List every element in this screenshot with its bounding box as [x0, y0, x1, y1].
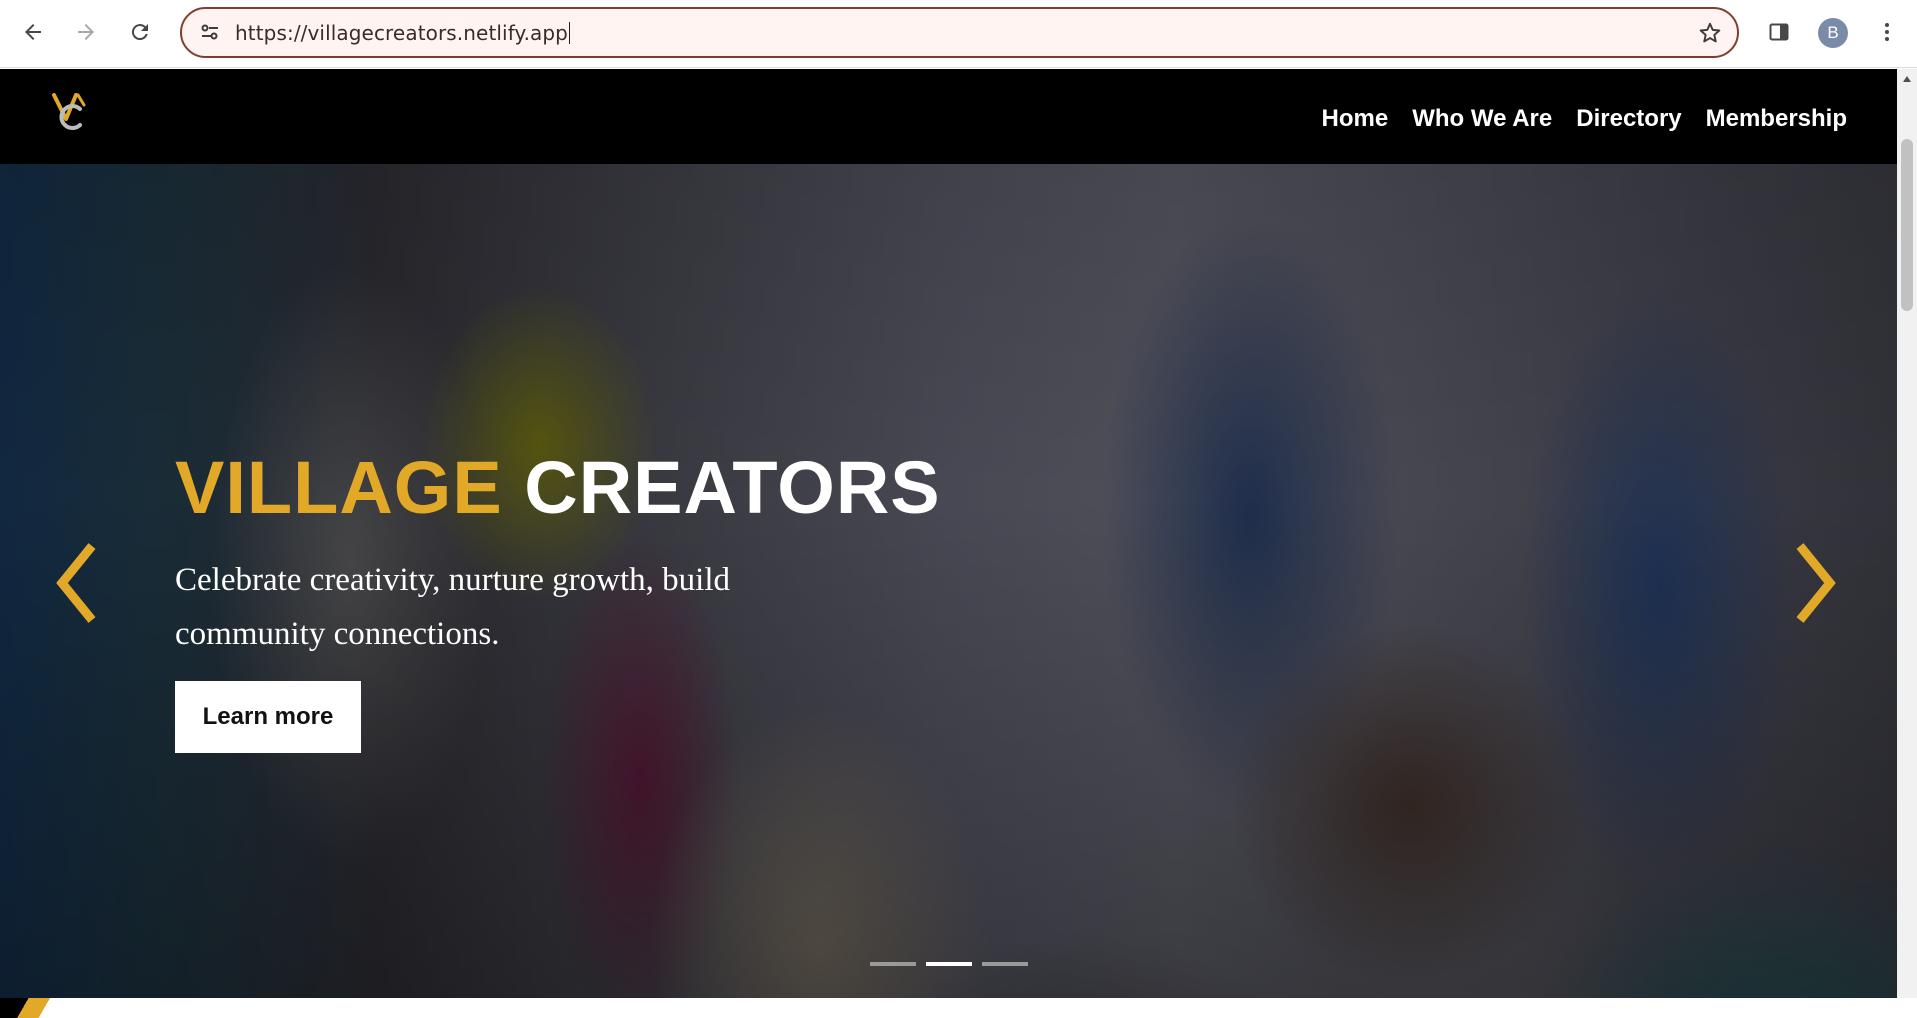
hero-content: VILLAGE CREATORS Celebrate creativity, n…	[175, 451, 941, 753]
site-settings-icon[interactable]	[198, 20, 222, 44]
forward-arrow-icon	[78, 24, 94, 40]
nav-who-we-are[interactable]: Who We Are	[1412, 105, 1552, 133]
carousel-dot[interactable]	[982, 962, 1028, 966]
nav-membership[interactable]: Membership	[1706, 105, 1847, 133]
back-arrow-icon	[25, 24, 41, 40]
carousel-dot[interactable]	[870, 962, 916, 966]
next-section-edge	[0, 998, 1917, 1018]
vc-logo-icon[interactable]	[50, 89, 92, 133]
chevron-left-icon[interactable]	[52, 538, 102, 628]
learn-more-button[interactable]: Learn more	[175, 681, 361, 753]
back-button[interactable]	[11, 10, 55, 54]
star-icon[interactable]	[1697, 20, 1723, 46]
reload-button[interactable]	[118, 10, 162, 54]
carousel-indicators	[870, 962, 1028, 966]
carousel-dot[interactable]	[926, 962, 972, 966]
hero-title-word2: CREATORS	[524, 446, 941, 529]
site-header: Home Who We Are Directory Membership	[0, 69, 1897, 164]
side-panel-icon	[1769, 23, 1789, 41]
reload-icon	[131, 24, 148, 41]
page-scrollbar[interactable]	[1897, 69, 1917, 998]
chevron-right-icon[interactable]	[1790, 538, 1840, 628]
kebab-menu-icon	[1885, 23, 1889, 41]
address-bar[interactable]: https://villagecreators.netlify.app	[180, 7, 1739, 58]
browser-toolbar: https://villagecreators.netlify.app B	[0, 0, 1917, 68]
scrollbar-thumb[interactable]	[1901, 139, 1913, 311]
hero-title-word1: VILLAGE	[175, 446, 503, 529]
hero-title: VILLAGE CREATORS	[175, 451, 941, 525]
main-nav: Home Who We Are Directory Membership	[1322, 105, 1847, 133]
forward-button[interactable]	[64, 10, 108, 54]
hero-carousel: VILLAGE CREATORS Celebrate creativity, n…	[0, 164, 1897, 998]
scroll-up-arrow-icon[interactable]	[1902, 75, 1912, 83]
hero-subtitle: Celebrate creativity, nurture growth, bu…	[175, 562, 731, 652]
url-text[interactable]: https://villagecreators.netlify.app	[235, 21, 570, 45]
browser-menu-button[interactable]	[1865, 10, 1909, 54]
nav-home[interactable]: Home	[1322, 105, 1389, 133]
nav-directory[interactable]: Directory	[1576, 105, 1681, 133]
profile-avatar[interactable]: B	[1818, 18, 1848, 48]
section-accent	[0, 998, 60, 1018]
side-panel-button[interactable]	[1757, 10, 1801, 54]
